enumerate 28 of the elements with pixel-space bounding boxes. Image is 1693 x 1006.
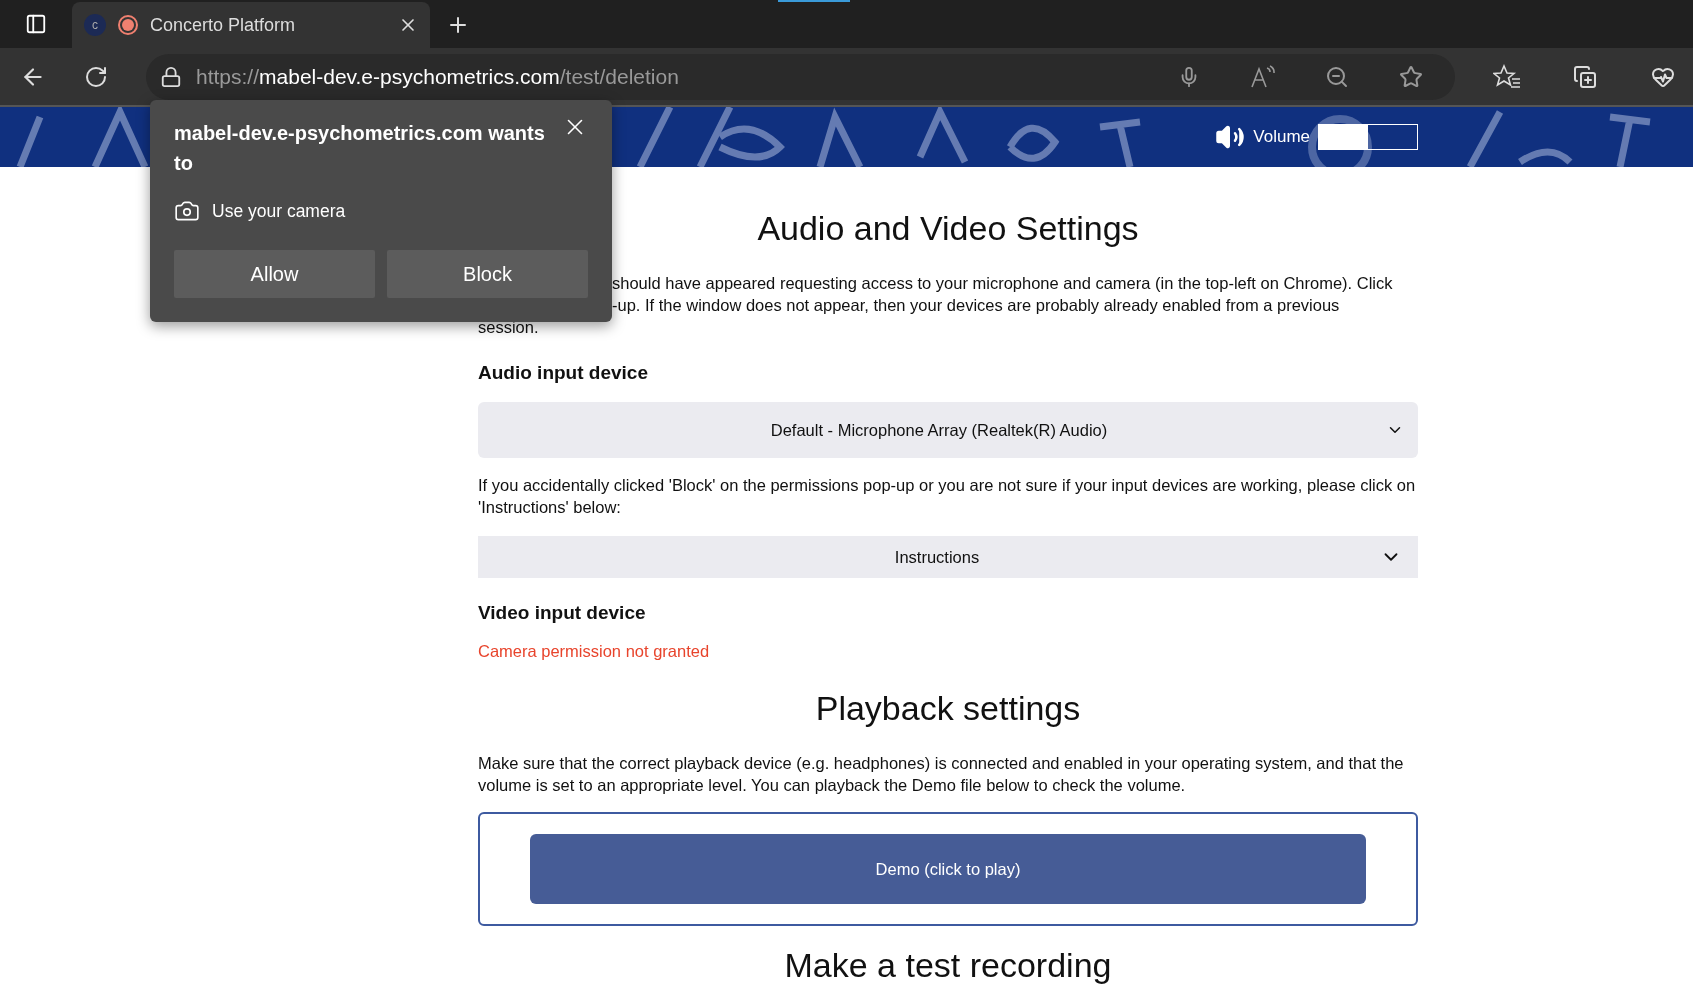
section-heading: Make a test recording <box>783 946 1113 985</box>
section-heading: Playback settings <box>814 689 1082 728</box>
popup-button[interactable]: Allow <box>174 250 375 298</box>
lock-icon[interactable] <box>160 65 182 88</box>
browser-tab[interactable]: c Concerto Platform <box>72 2 430 48</box>
favicon-icon: c <box>84 14 106 36</box>
tab-title: Concerto Platform <box>150 14 297 36</box>
intro-text: should have appeared requesting access to your microphone and camera (in the top-left on Chrome). Click <box>612 274 1393 292</box>
url-text: https://mabel-dev.e-psychometrics.com/test/deletion <box>196 64 680 89</box>
intro-text: session. <box>478 318 539 336</box>
reload-icon[interactable] <box>84 64 108 89</box>
intro-text: -up. If the window does not appear, then your devices are probably already enabled from a previous <box>612 296 1340 314</box>
popup-title: mabel-dev.e-psychometrics.com wants to <box>174 121 546 176</box>
audio-device-select[interactable]: Default - Microphone Array (Realtek(R) Audio) <box>478 402 1418 458</box>
volume-label: Volume <box>1253 127 1310 147</box>
address-bar[interactable]: https://mabel-dev.e-psychometrics.com/test/deletion <box>146 53 1455 100</box>
permission-text: Use your camera <box>212 200 346 222</box>
volume-slider[interactable] <box>1318 124 1418 150</box>
help-text: If you accidentally clicked 'Block' on the permissions pop-up or you are not sure if your input devices are working, please click on 'Instructions' below: <box>478 475 1417 518</box>
page-heading: Audio and Video Settings <box>756 209 1140 248</box>
demo-button[interactable]: Demo (click to play) <box>530 834 1366 904</box>
section-label: Audio input device <box>478 362 649 384</box>
instructions-toggle[interactable]: Instructions <box>478 536 1418 578</box>
section-label: Video input device <box>478 602 647 624</box>
popup-button[interactable]: Block <box>387 250 588 298</box>
playback-text: Make sure that the correct playback device (e.g. headphones) is connected and enabled in your operating system, and that the volume is set to an appropriate level. You can playback the Demo file below to check the volume. <box>478 753 1405 796</box>
recording-icon <box>118 15 138 35</box>
error-message: Camera permission not granted <box>478 642 711 661</box>
